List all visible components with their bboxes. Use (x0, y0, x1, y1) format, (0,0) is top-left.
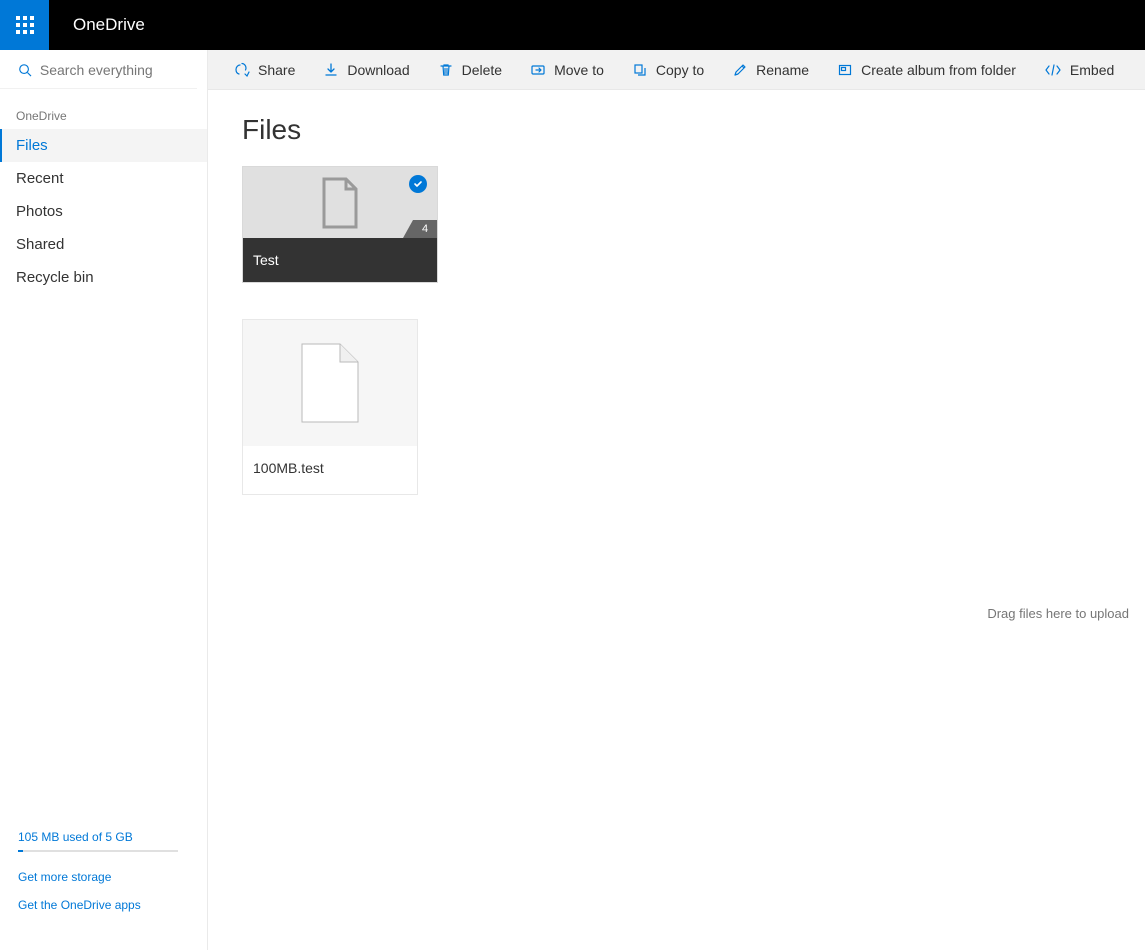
storage-bar (18, 850, 178, 852)
app-launcher[interactable] (0, 0, 49, 50)
cmd-download-label: Download (347, 62, 409, 78)
folder-tile[interactable]: 4 Test (242, 166, 438, 283)
nav-photos[interactable]: Photos (0, 195, 207, 228)
cmd-embed[interactable]: Embed (1044, 62, 1114, 78)
get-apps-link[interactable]: Get the OneDrive apps (18, 898, 189, 912)
embed-icon (1044, 62, 1062, 78)
nav-recent[interactable]: Recent (0, 162, 207, 195)
cmd-create-album[interactable]: Create album from folder (837, 62, 1016, 78)
download-icon (323, 62, 339, 78)
nav-recycle-bin[interactable]: Recycle bin (0, 261, 207, 294)
page-title: Files (242, 114, 1111, 146)
file-name: 100MB.test (243, 446, 417, 494)
command-bar: Share Download Delete Move to Copy to Re… (208, 50, 1145, 90)
cmd-delete-label: Delete (462, 62, 502, 78)
folder-item-count: 4 (413, 220, 437, 238)
search-icon (18, 62, 32, 78)
file-icon (320, 177, 360, 229)
waffle-icon (16, 16, 34, 34)
copy-icon (632, 62, 648, 78)
cmd-move-to[interactable]: Move to (530, 62, 604, 78)
cmd-share-label: Share (258, 62, 295, 78)
move-icon (530, 62, 546, 78)
cmd-copy-label: Copy to (656, 62, 704, 78)
album-icon (837, 62, 853, 78)
cmd-delete[interactable]: Delete (438, 62, 502, 78)
generic-file-icon (301, 343, 359, 423)
search-box[interactable] (0, 50, 197, 89)
cmd-album-label: Create album from folder (861, 62, 1016, 78)
search-input[interactable] (40, 62, 183, 78)
get-more-storage-link[interactable]: Get more storage (18, 870, 189, 884)
cmd-rename[interactable]: Rename (732, 62, 809, 78)
nav-shared[interactable]: Shared (0, 228, 207, 261)
rename-icon (732, 62, 748, 78)
cmd-move-label: Move to (554, 62, 604, 78)
brand-title: OneDrive (73, 15, 145, 35)
folder-name: Test (243, 238, 437, 282)
selected-check-icon (409, 175, 427, 193)
file-tile[interactable]: 100MB.test (242, 319, 418, 495)
drop-zone-hint: Drag files here to upload (987, 606, 1129, 621)
nav-files[interactable]: Files (0, 129, 207, 162)
storage-usage[interactable]: 105 MB used of 5 GB (18, 830, 189, 844)
cmd-rename-label: Rename (756, 62, 809, 78)
cmd-copy-to[interactable]: Copy to (632, 62, 704, 78)
breadcrumb-root[interactable]: OneDrive (0, 89, 207, 129)
cmd-share[interactable]: Share (234, 62, 295, 78)
delete-icon (438, 62, 454, 78)
share-icon (234, 62, 250, 78)
cmd-embed-label: Embed (1070, 62, 1114, 78)
cmd-download[interactable]: Download (323, 62, 409, 78)
